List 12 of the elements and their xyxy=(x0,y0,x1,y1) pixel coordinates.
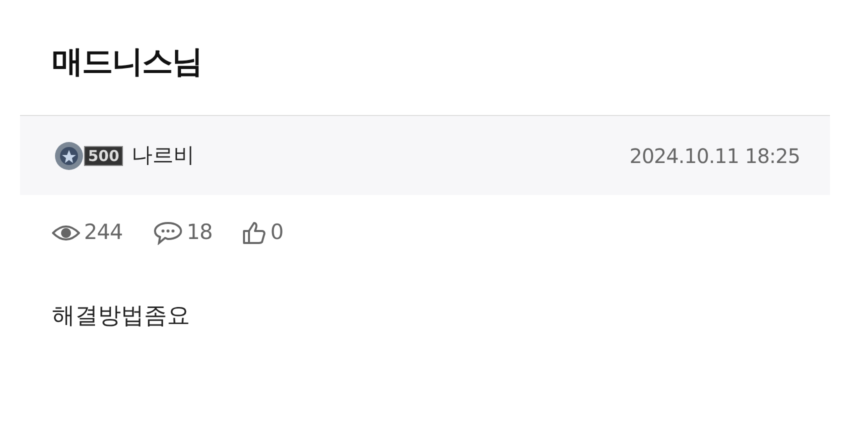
comment-count: 18 xyxy=(186,219,212,246)
speech-bubble-icon xyxy=(152,220,183,245)
post-body: 해결방법좀요 xyxy=(51,302,191,331)
thumbs-up-icon xyxy=(242,220,266,245)
like-count: 0 xyxy=(270,219,284,246)
view-count: 244 xyxy=(84,219,123,246)
medal-icon xyxy=(54,140,84,170)
eye-icon xyxy=(52,224,80,242)
post-title: 매드니스님 xyxy=(51,43,203,82)
author-name[interactable]: 나르비 xyxy=(131,140,194,172)
level-badge: 500 xyxy=(84,146,124,166)
post-date: 2024.10.11 18:25 xyxy=(629,142,800,170)
